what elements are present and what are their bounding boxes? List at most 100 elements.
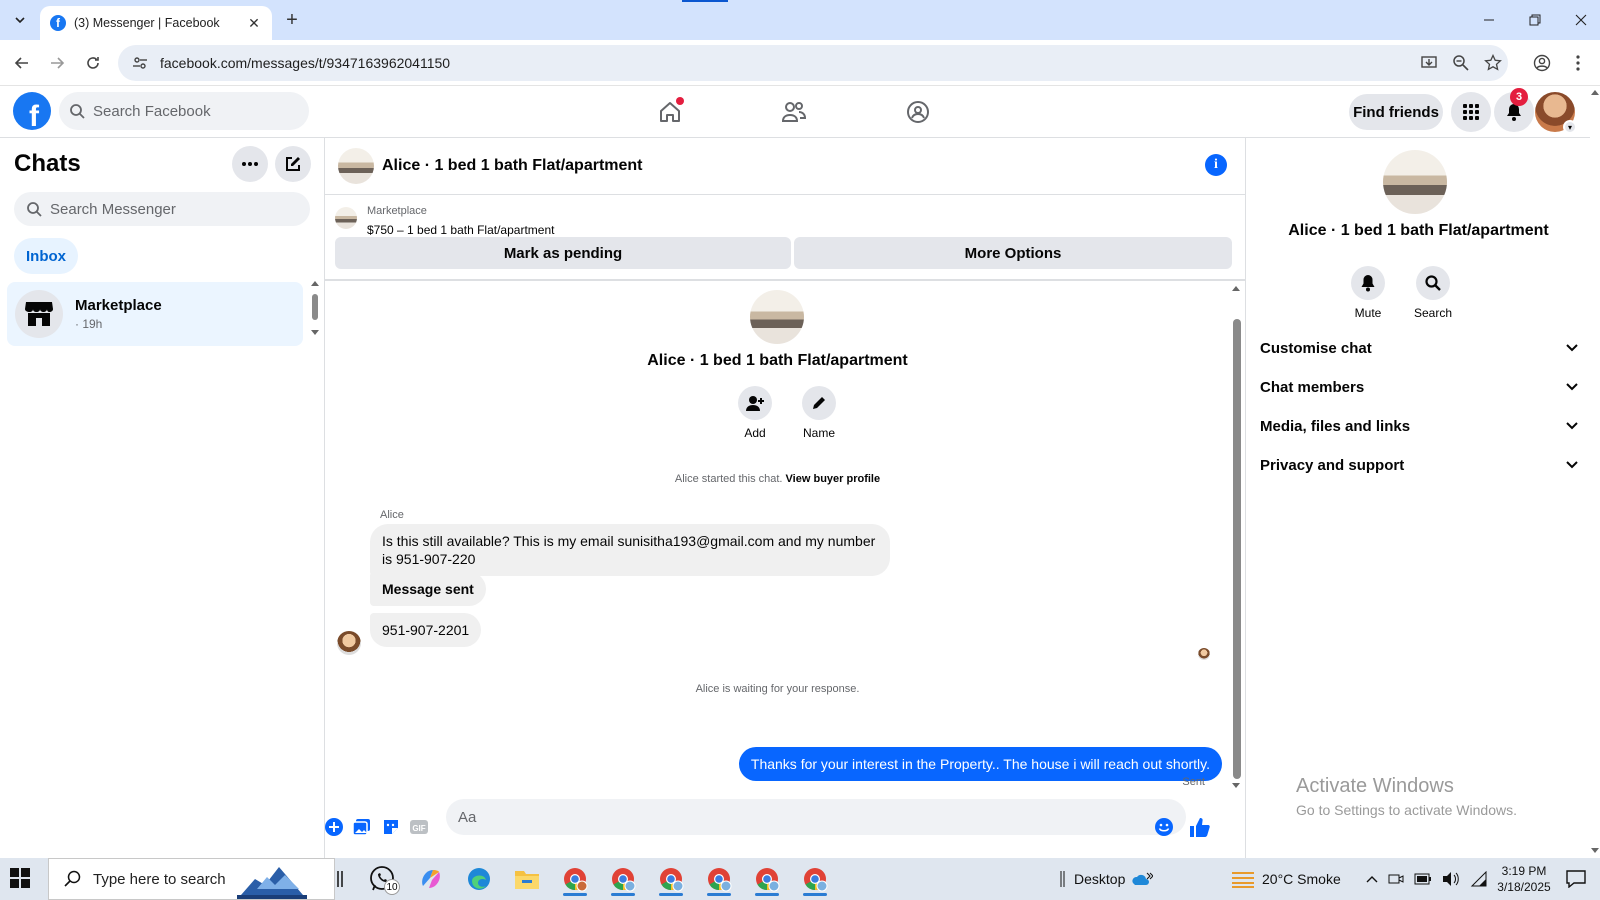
facebook-search-input[interactable] <box>93 102 293 120</box>
info-panel-avatar[interactable] <box>1383 150 1447 214</box>
taskbar-chrome-profile-4[interactable] <box>698 862 740 896</box>
conversation-avatar[interactable] <box>338 148 374 184</box>
clock-date: 3/18/2025 <box>1497 880 1551 894</box>
incoming-message[interactable]: Is this still available? This is my emai… <box>370 524 890 576</box>
reload-button[interactable] <box>82 52 104 74</box>
tab-search-button[interactable] <box>8 8 32 32</box>
section-media-files-links[interactable]: Media, files and links <box>1260 407 1578 445</box>
notifications-center-button[interactable] <box>1560 862 1592 896</box>
listing-price-title[interactable]: $750 – 1 bed 1 bath Flat/apartment <box>367 223 554 237</box>
view-buyer-profile-link[interactable]: View buyer profile <box>786 473 881 485</box>
chevron-up-icon[interactable] <box>1366 875 1378 883</box>
more-options-button[interactable]: More Options <box>794 237 1232 269</box>
conversation-title[interactable]: Alice · 1 bed 1 bath Flat/apartment <box>382 157 643 175</box>
forward-button[interactable] <box>46 52 68 74</box>
taskbar-search-box[interactable] <box>48 858 335 900</box>
windows-start-button[interactable] <box>10 868 32 890</box>
taskbar-chrome-profile-5[interactable] <box>746 862 788 896</box>
open-more-actions-icon[interactable] <box>323 816 345 838</box>
taskbar-chrome-profile-1[interactable] <box>554 862 596 896</box>
attach-photo-icon[interactable] <box>351 816 373 838</box>
network-icon[interactable] <box>1470 871 1488 887</box>
nav-home[interactable] <box>652 94 688 130</box>
name-button[interactable]: Name <box>789 386 849 440</box>
account-avatar[interactable]: ▾ <box>1535 92 1577 134</box>
task-view-button[interactable] <box>330 862 350 896</box>
mute-label: Mute <box>1354 306 1382 320</box>
mark-as-pending-button[interactable]: Mark as pending <box>335 237 791 269</box>
clock-time: 3:19 PM <box>1501 864 1547 878</box>
section-customise-chat[interactable]: Customise chat <box>1260 329 1578 367</box>
outgoing-message[interactable]: Thanks for your interest in the Property… <box>738 747 1222 781</box>
profile-icon[interactable] <box>1531 52 1553 74</box>
listing-thumbnail[interactable] <box>335 207 357 229</box>
incoming-message[interactable]: 951-907-2201 <box>370 613 482 647</box>
thumbs-up-icon[interactable] <box>1188 816 1210 838</box>
site-info-icon[interactable] <box>130 53 150 73</box>
incoming-message[interactable]: Message sent <box>370 572 486 606</box>
section-privacy-support[interactable]: Privacy and support <box>1260 446 1578 484</box>
facebook-search-box[interactable] <box>59 92 309 130</box>
sidebar-scrollbar[interactable] <box>310 278 320 338</box>
taskbar-chrome-profile-3[interactable] <box>650 862 692 896</box>
page-scrollbar[interactable] <box>1590 86 1600 858</box>
install-app-icon[interactable] <box>1418 52 1440 74</box>
browser-tab-active[interactable]: f (3) Messenger | Facebook ✕ <box>40 6 272 40</box>
facebook-favicon-icon: f <box>50 15 66 31</box>
copilot-icon <box>422 870 440 888</box>
sticker-icon[interactable] <box>380 816 402 838</box>
message-input[interactable] <box>446 799 1186 835</box>
tab-close-icon[interactable]: ✕ <box>246 15 262 31</box>
chats-sidebar: Chats Inbox Marketplace · 19h <box>0 138 325 858</box>
taskbar-file-explorer[interactable] <box>506 862 548 896</box>
taskbar-clock[interactable]: 3:19 PM 3/18/2025 <box>1488 863 1560 895</box>
gif-icon[interactable]: GIF <box>408 816 430 838</box>
conversation-header: Alice · 1 bed 1 bath Flat/apartment <box>325 138 1245 195</box>
taskbar-whatsapp[interactable]: 10 <box>362 862 404 896</box>
info-icon[interactable]: i <box>1205 154 1227 176</box>
nav-groups[interactable] <box>900 94 936 130</box>
scrollbar-thumb[interactable] <box>1233 319 1241 779</box>
taskbar-chrome-profile-2[interactable] <box>602 862 644 896</box>
running-indicator <box>803 893 827 896</box>
taskbar-edge[interactable] <box>458 862 500 896</box>
find-friends-button[interactable]: Find friends <box>1349 94 1443 130</box>
new-tab-button[interactable]: + <box>282 10 302 30</box>
desktop-toolbar[interactable]: Desktop <box>1060 858 1154 900</box>
restore-button[interactable] <box>1512 0 1558 40</box>
battery-icon[interactable] <box>1414 873 1432 885</box>
bookmark-star-icon[interactable] <box>1482 52 1504 74</box>
running-indicator <box>611 893 635 896</box>
search-in-chat-button[interactable]: Search <box>1401 266 1465 320</box>
zoom-icon[interactable] <box>1450 52 1472 74</box>
messenger-search-box[interactable] <box>14 192 310 226</box>
taskbar-search-input[interactable] <box>93 870 243 888</box>
meet-now-icon[interactable] <box>1388 871 1404 887</box>
add-people-button[interactable]: Add <box>725 386 785 440</box>
mute-button[interactable]: Mute <box>1336 266 1400 320</box>
tab-title: (3) Messenger | Facebook <box>74 16 220 30</box>
browser-menu-icon[interactable] <box>1567 52 1589 74</box>
taskbar-copilot[interactable] <box>410 862 452 896</box>
section-chat-members[interactable]: Chat members <box>1260 368 1578 406</box>
address-bar[interactable]: facebook.com/messages/t/9347163962041150 <box>118 45 1508 81</box>
tab-inbox[interactable]: Inbox <box>14 238 78 274</box>
volume-icon[interactable] <box>1442 871 1460 887</box>
messenger-search-input[interactable] <box>50 200 290 218</box>
profile-avatar[interactable] <box>750 290 804 344</box>
watermark-title: Activate Windows <box>1296 775 1454 797</box>
minimize-button[interactable] <box>1466 0 1512 40</box>
weather-widget[interactable]: 20°C Smoke <box>1232 858 1341 900</box>
chat-list-item[interactable]: Marketplace · 19h <box>7 282 303 346</box>
new-message-button[interactable] <box>275 146 311 182</box>
chats-options-button[interactable] <box>232 146 268 182</box>
sender-avatar[interactable] <box>337 631 361 655</box>
taskbar-chrome-profile-6[interactable] <box>794 862 836 896</box>
menu-grid-button[interactable] <box>1451 92 1491 132</box>
nav-friends[interactable] <box>776 94 812 130</box>
back-button[interactable] <box>11 52 33 74</box>
close-window-button[interactable] <box>1558 0 1600 40</box>
emoji-icon[interactable] <box>1153 816 1175 838</box>
facebook-logo-icon[interactable]: f <box>13 92 51 130</box>
conversation-scrollbar[interactable] <box>1230 283 1242 793</box>
